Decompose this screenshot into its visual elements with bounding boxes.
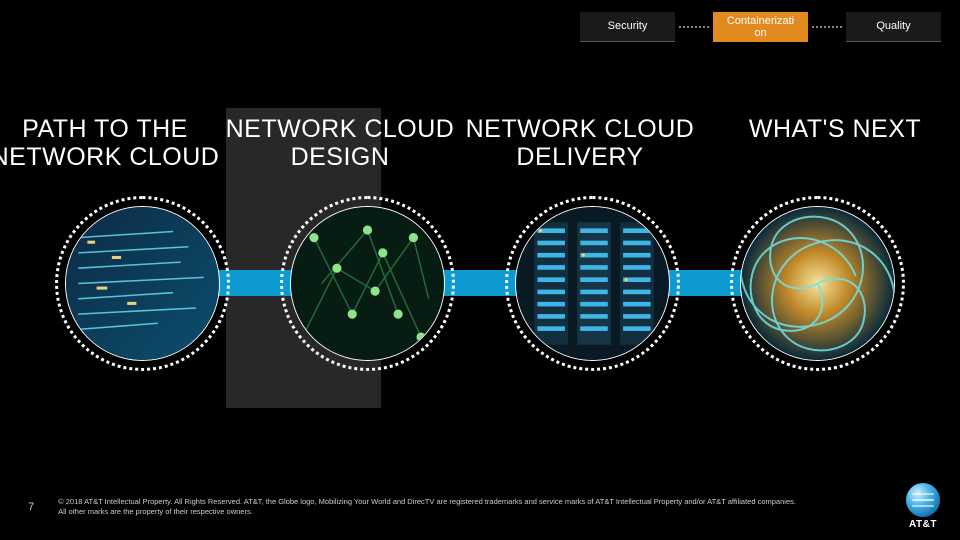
connector-dots [812, 26, 842, 28]
tab-security[interactable]: Security [580, 12, 675, 42]
medallion-image [515, 206, 670, 361]
slide: Security Containerizati on Quality PATH … [0, 0, 960, 540]
tab-label: Quality [876, 20, 910, 32]
medallion-image [740, 206, 895, 361]
legal-text: © 2018 AT&T Intellectual Property. All R… [58, 497, 886, 517]
legal-line: © 2018 AT&T Intellectual Property. All R… [58, 497, 886, 507]
tab-label: Containerizati on [727, 15, 794, 39]
medallion-path [55, 196, 230, 371]
heading-design: NETWORK CLOUD DESIGN [220, 115, 460, 171]
tab-label: Security [608, 20, 648, 32]
tab-quality[interactable]: Quality [846, 12, 941, 42]
section-headings: PATH TO THE NETWORK CLOUD NETWORK CLOUD … [0, 115, 960, 171]
medallion-design [280, 196, 455, 371]
medallion-image [290, 206, 445, 361]
medallion-delivery [505, 196, 680, 371]
connector-dots [679, 26, 709, 28]
code-image-icon [66, 207, 219, 360]
vortex-icon [741, 207, 894, 360]
medallion-whats-next [730, 196, 905, 371]
tab-containerization[interactable]: Containerizati on [713, 12, 808, 42]
brand-name: AT&T [906, 519, 940, 530]
heading-whats-next: WHAT'S NEXT [730, 115, 940, 171]
tab-strip: Security Containerizati on Quality [580, 12, 941, 42]
medallion-row [0, 196, 960, 371]
slide-footer: 7 © 2018 AT&T Intellectual Property. All… [0, 483, 960, 530]
medallion-image [65, 206, 220, 361]
brand-logo: AT&T [906, 483, 940, 530]
heading-delivery: NETWORK CLOUD DELIVERY [460, 115, 700, 171]
legal-line: All other marks are the property of thei… [58, 507, 886, 517]
page-number: 7 [28, 501, 34, 513]
globe-icon [906, 483, 940, 517]
network-graph-icon [291, 207, 444, 360]
server-rack-icon [516, 207, 669, 360]
heading-path-to-cloud: PATH TO THE NETWORK CLOUD [0, 115, 220, 171]
